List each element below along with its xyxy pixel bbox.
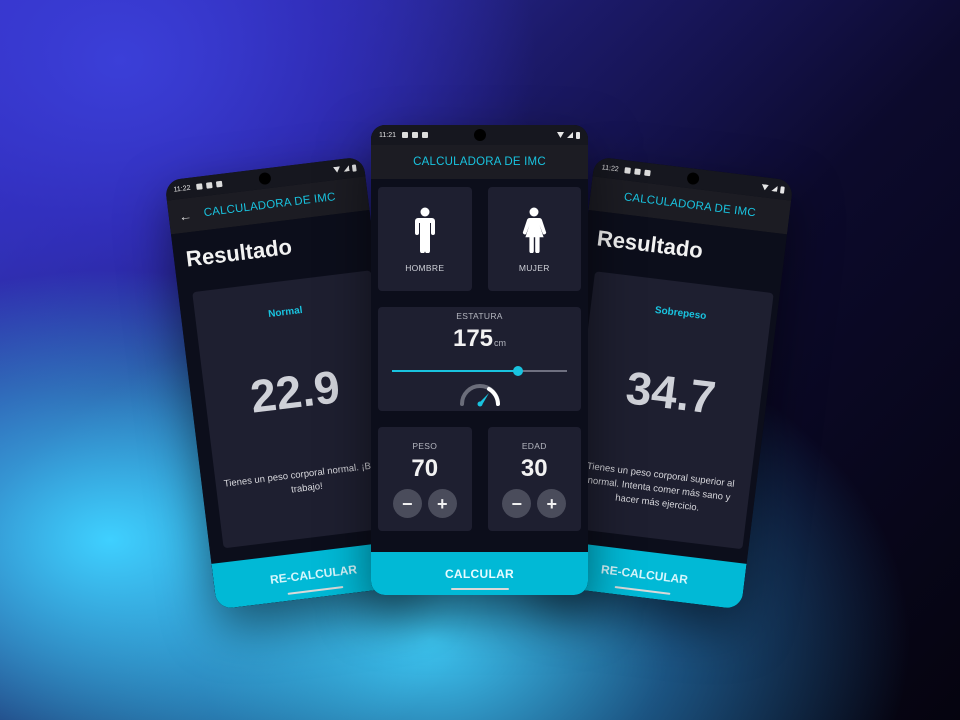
signal-icon: [771, 185, 778, 192]
wifi-icon: [333, 166, 341, 173]
status-time: 11:21: [379, 131, 396, 139]
camera-cutout: [258, 171, 272, 186]
system-icons: [761, 183, 785, 194]
signal-icon: [567, 132, 573, 138]
battery-icon: [576, 131, 580, 139]
status-time: 11:22: [173, 184, 191, 194]
age-increment-button[interactable]: +: [537, 489, 567, 518]
battery-icon: [780, 185, 785, 194]
age-label: EDAD: [521, 441, 547, 451]
male-icon: [414, 207, 435, 253]
age-stepper: − +: [502, 489, 567, 518]
age-card: EDAD 30 − +: [487, 427, 581, 531]
calculator-phone: 11:21 CALCULADORA DE IMC HOMBRE MUJER ES…: [371, 125, 588, 595]
weight-label: PESO: [412, 441, 438, 451]
weight-increment-button[interactable]: +: [427, 489, 457, 518]
app-bar: CALCULADORA DE IMC: [371, 145, 588, 179]
signal-icon: [343, 165, 350, 172]
gender-card-male[interactable]: HOMBRE: [378, 187, 472, 291]
height-slider[interactable]: [392, 366, 567, 376]
calculator-body: HOMBRE MUJER ESTATURA 175cm PESO 70 − + …: [371, 179, 588, 595]
app-title: CALCULADORA DE IMC: [203, 191, 337, 220]
height-slider-thumb[interactable]: [513, 366, 523, 376]
stat-row: PESO 70 − + EDAD 30 − +: [378, 427, 581, 531]
bmi-status: Normal: [267, 304, 304, 321]
weight-decrement-button[interactable]: −: [392, 489, 422, 518]
wifi-icon: [557, 132, 564, 138]
gender-selector: HOMBRE MUJER: [378, 187, 581, 291]
battery-icon: [351, 163, 357, 172]
height-unit: cm: [494, 338, 507, 348]
gender-label-female: MUJER: [518, 263, 550, 273]
gender-card-female[interactable]: MUJER: [487, 187, 581, 291]
system-icons: [557, 131, 580, 139]
notification-icons: [196, 180, 223, 190]
height-slider-fill: [392, 370, 518, 372]
wifi-icon: [761, 184, 769, 191]
bmi-value: 34.7: [623, 361, 719, 424]
notification-icons: [402, 132, 428, 138]
age-value: 30: [520, 455, 548, 482]
camera-cutout: [473, 129, 486, 141]
weight-card: PESO 70 − +: [378, 427, 472, 531]
height-card: ESTATURA 175cm: [378, 307, 581, 411]
weight-stepper: − +: [392, 489, 457, 518]
camera-cutout: [686, 171, 700, 186]
bmi-description: Tienes un peso corporal superior al norm…: [586, 460, 736, 514]
system-icons: [333, 163, 357, 174]
app-title: CALCULADORA DE IMC: [413, 156, 546, 168]
back-arrow-icon[interactable]: ←: [178, 207, 193, 223]
result-card: Sobrepeso 34.7 Tienes un peso corporal s…: [563, 271, 774, 550]
status-bar: 11:21: [371, 125, 588, 145]
bmi-value: 22.9: [247, 360, 343, 423]
gender-label-male: HOMBRE: [405, 263, 445, 273]
bmi-status: Sobrepeso: [654, 304, 707, 323]
height-readout: 175cm: [378, 325, 581, 353]
height-value: 175: [452, 325, 494, 352]
weight-value: 70: [411, 455, 439, 482]
age-decrement-button[interactable]: −: [502, 489, 532, 518]
bmi-description: Tienes un peso corporal normal. ¡Buen tr…: [223, 458, 388, 496]
home-indicator: [450, 588, 509, 590]
notification-icons: [624, 167, 651, 177]
gauge-icon: [459, 384, 500, 407]
status-time: 11:22: [601, 163, 620, 173]
app-title: CALCULADORA DE IMC: [623, 191, 757, 220]
height-label: ESTATURA: [456, 311, 503, 321]
female-icon: [523, 207, 547, 253]
